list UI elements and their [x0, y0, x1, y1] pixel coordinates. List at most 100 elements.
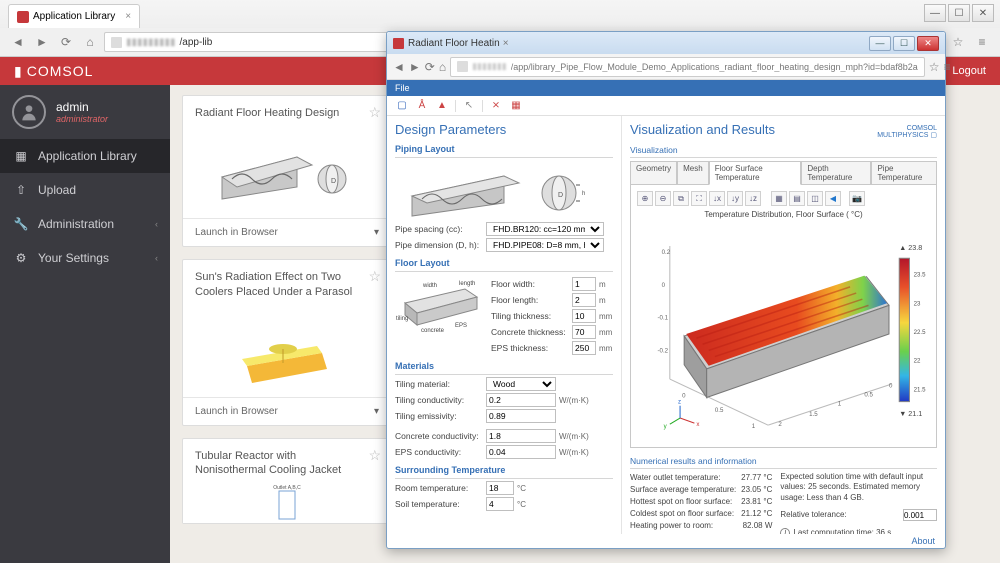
popup-maximize-button[interactable]: ☐ — [893, 36, 915, 51]
reload-icon[interactable]: ⟳ — [425, 58, 435, 76]
tab-pipe-temperature[interactable]: Pipe Temperature — [871, 161, 937, 185]
popup-close-button[interactable]: ✕ — [917, 36, 939, 51]
zoom-out-icon[interactable]: ⊖ — [655, 191, 671, 206]
page-icon — [111, 37, 122, 48]
logout-link[interactable]: Logout — [952, 65, 986, 77]
zoom-box-icon[interactable]: ⧉ — [673, 191, 689, 206]
result-row: Heating power to room:82.08 W — [630, 520, 772, 532]
view-xy-icon[interactable]: ↓x — [709, 191, 725, 206]
popup-minimize-button[interactable]: — — [869, 36, 891, 51]
floor-length-input[interactable] — [572, 293, 596, 307]
back-icon[interactable]: ◄ — [8, 33, 28, 51]
eps-thickness-input[interactable] — [572, 341, 596, 355]
tool-icon[interactable]: Å — [415, 99, 429, 113]
sidebar-item-settings[interactable]: ⚙ Your Settings ‹ — [0, 241, 170, 275]
plot-3d[interactable]: 0.2 0 -0.1 -0.2 0 0.5 1 2 1.5 1 0.5 0 — [635, 223, 932, 443]
svg-text:length: length — [459, 281, 475, 287]
floor-diagram: width length tiling concrete EPS — [395, 275, 487, 337]
forward-icon[interactable]: ► — [32, 33, 52, 51]
pipe-dimension-select[interactable]: FHD.PIPE08: D=8 mm, h=2 mm — [486, 238, 604, 252]
tiling-conductivity-input[interactable] — [486, 393, 556, 407]
grid-icon[interactable]: ◫ — [807, 191, 823, 206]
favorite-icon[interactable]: ☆ — [368, 104, 381, 121]
bookmark-icon[interactable]: ☆ — [929, 58, 940, 76]
pane-title: Visualization and Results — [630, 122, 775, 137]
card-footer[interactable]: Launch in Browser▾ — [183, 218, 391, 246]
pane-title: Design Parameters — [395, 122, 613, 137]
svg-text:1: 1 — [838, 401, 842, 408]
transparency-icon[interactable]: ▤ — [789, 191, 805, 206]
bookmark-icon[interactable]: ☆ — [948, 33, 968, 51]
result-row: Coldest spot on floor surface:21.12 °C — [630, 508, 772, 520]
snapshot-icon[interactable]: 📷 — [849, 191, 865, 206]
tab-floor-surface-temperature[interactable]: Floor Surface Temperature — [709, 161, 802, 185]
tab-depth-temperature[interactable]: Depth Temperature — [801, 161, 871, 185]
sidebar-item-administration[interactable]: 🔧 Administration ‹ — [0, 207, 170, 241]
svg-text:D: D — [331, 178, 336, 185]
user-name: admin — [56, 100, 108, 114]
file-menu[interactable]: File — [387, 81, 418, 95]
window-close-button[interactable]: ✕ — [972, 4, 994, 22]
floor-width-input[interactable] — [572, 277, 596, 291]
view-yz-icon[interactable]: ↓y — [727, 191, 743, 206]
tool-icon[interactable]: ▢ — [395, 99, 409, 113]
window-minimize-button[interactable]: — — [924, 4, 946, 22]
tab-mesh[interactable]: Mesh — [677, 161, 709, 185]
tool-icon[interactable]: ↖ — [462, 99, 476, 113]
card-footer[interactable]: Launch in Browser▾ — [183, 397, 391, 425]
tool-icon[interactable]: ▦ — [509, 99, 523, 113]
soil-temp-input[interactable] — [486, 497, 514, 511]
zoom-in-icon[interactable]: ⊕ — [637, 191, 653, 206]
toolbar: ▢ Å ▲ ↖ ⨯ ▦ — [387, 96, 945, 116]
tiling-emissivity-input[interactable] — [486, 409, 556, 423]
svg-text:21.5: 21.5 — [914, 386, 927, 393]
tiling-thickness-input[interactable] — [572, 309, 596, 323]
pipe-spacing-select[interactable]: FHD.BR120: cc=120 mm — [486, 222, 604, 236]
svg-text:▲ 23.8: ▲ 23.8 — [899, 244, 922, 252]
room-temp-input[interactable] — [486, 481, 514, 495]
gear-icon: ⚙ — [14, 251, 28, 265]
forward-icon[interactable]: ► — [409, 58, 421, 76]
home-icon[interactable]: ⌂ — [439, 58, 446, 76]
svg-text:22: 22 — [914, 358, 921, 365]
browser-tab[interactable]: Application Library × — [8, 4, 140, 28]
light-icon[interactable]: ▦ — [771, 191, 787, 206]
upload-icon: ⇧ — [14, 183, 28, 197]
concrete-conductivity-input[interactable] — [486, 429, 556, 443]
sidebar-item-application-library[interactable]: ▦ Application Library — [0, 139, 170, 173]
about-link[interactable]: About — [387, 534, 945, 548]
tool-icon[interactable]: ▲ — [435, 99, 449, 113]
app-card[interactable]: Sun's Radiation Effect on Two Coolers Pl… — [182, 259, 392, 426]
relative-tolerance-input[interactable] — [903, 509, 937, 521]
tiling-material-select[interactable]: Wood — [486, 377, 556, 391]
app-card[interactable]: Radiant Floor Heating Design ☆ D Launch … — [182, 95, 392, 247]
favorite-icon[interactable]: ☆ — [368, 268, 381, 285]
card-title: Tubular Reactor with Nonisothermal Cooli… — [183, 439, 391, 484]
zoom-extents-icon[interactable]: ⛶ — [691, 191, 707, 206]
app-card[interactable]: Tubular Reactor with Nonisothermal Cooli… — [182, 438, 392, 525]
chevron-left-icon: ‹ — [155, 253, 158, 263]
play-icon[interactable]: ◀ — [825, 191, 841, 206]
menu-icon[interactable]: ≡ — [944, 58, 951, 76]
eps-conductivity-input[interactable] — [486, 445, 556, 459]
menu-icon[interactable]: ≡ — [972, 33, 992, 51]
window-maximize-button[interactable]: ☐ — [948, 4, 970, 22]
tab-close-icon[interactable]: × — [125, 11, 131, 22]
grid-icon: ▦ — [14, 149, 28, 163]
svg-text:23: 23 — [914, 300, 921, 307]
tab-geometry[interactable]: Geometry — [630, 161, 677, 185]
sidebar-item-upload[interactable]: ⇧ Upload — [0, 173, 170, 207]
back-icon[interactable]: ◄ — [393, 58, 405, 76]
avatar-icon — [12, 95, 46, 129]
home-icon[interactable]: ⌂ — [80, 33, 100, 51]
svg-text:22.5: 22.5 — [914, 329, 927, 336]
concrete-thickness-input[interactable] — [572, 325, 596, 339]
svg-text:y: y — [664, 423, 668, 430]
favorite-icon[interactable]: ☆ — [368, 447, 381, 464]
reload-icon[interactable]: ⟳ — [56, 33, 76, 51]
popup-titlebar[interactable]: Radiant Floor Heatin × — ☐ ✕ — [387, 32, 945, 54]
view-xz-icon[interactable]: ↓z — [745, 191, 761, 206]
tool-icon[interactable]: ⨯ — [489, 99, 503, 113]
svg-text:0: 0 — [889, 382, 893, 389]
popup-address-bar[interactable]: ▮▮▮▮▮▮▮ /app/library_Pipe_Flow_Module_De… — [450, 57, 925, 77]
